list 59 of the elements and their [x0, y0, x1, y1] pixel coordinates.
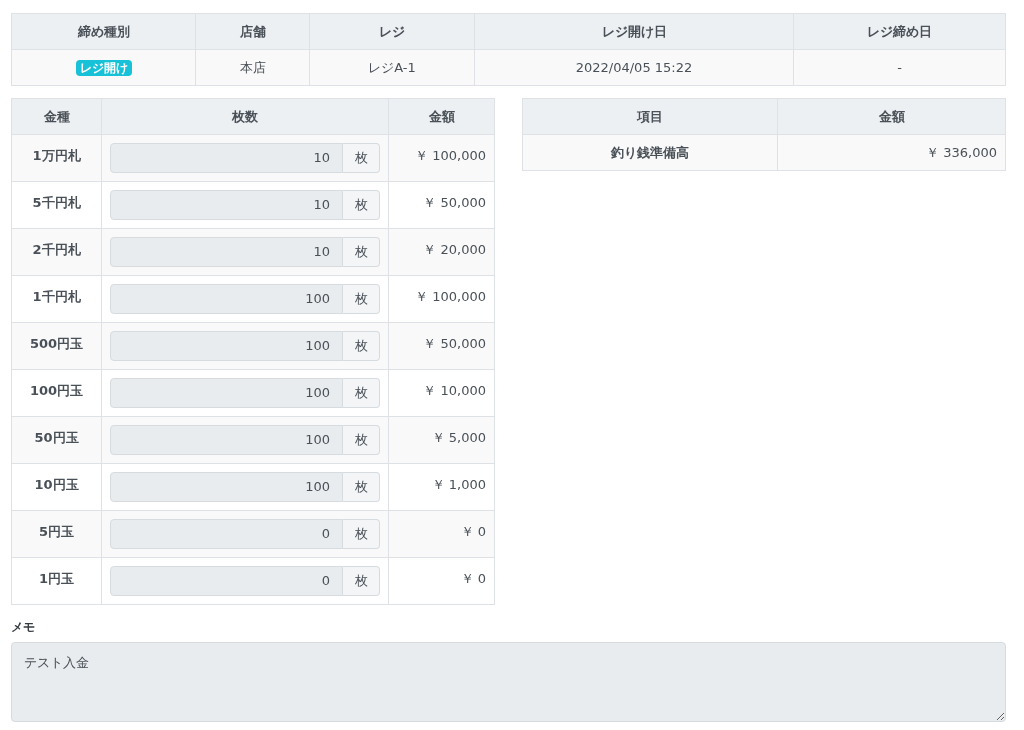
count-field[interactable]: 100	[110, 284, 343, 314]
status-badge: レジ開け	[75, 59, 132, 76]
column-header: 枚数	[101, 98, 389, 135]
unit-label: 枚	[343, 284, 380, 314]
table-cell: 100円玉	[11, 369, 102, 417]
unit-label: 枚	[343, 566, 380, 596]
table-cell: レジA-1	[309, 49, 475, 86]
table-cell: 10円玉	[11, 463, 102, 511]
count-field[interactable]: 100	[110, 472, 343, 502]
table-cell: 2022/04/05 15:22	[474, 49, 794, 86]
table-cell: -	[793, 49, 1006, 86]
table-cell: ￥ 336,000	[777, 134, 1006, 171]
unit-label: 枚	[343, 519, 380, 549]
count-field[interactable]: 0	[110, 566, 343, 596]
count-field[interactable]: 100	[110, 378, 343, 408]
column-header: 締め種別	[11, 13, 196, 50]
table-cell: 5千円札	[11, 181, 102, 229]
table-cell: 2千円札	[11, 228, 102, 276]
table-cell: 50円玉	[11, 416, 102, 464]
table-cell: 本店	[195, 49, 310, 86]
count-field[interactable]: 10	[110, 143, 343, 173]
table-cell: 5円玉	[11, 510, 102, 558]
unit-label: 枚	[343, 378, 380, 408]
count-field[interactable]: 10	[110, 237, 343, 267]
memo-field[interactable]: テスト入金	[11, 642, 1006, 722]
column-header: 金種	[11, 98, 102, 135]
column-header: 金額	[388, 98, 495, 135]
table-cell: ￥ 5,000	[388, 416, 495, 464]
column-header: 項目	[522, 98, 778, 135]
column-header: レジ締め日	[793, 13, 1006, 50]
column-header: 金額	[777, 98, 1006, 135]
table-cell: ￥ 1,000	[388, 463, 495, 511]
unit-label: 枚	[343, 425, 380, 455]
table-cell: ￥ 10,000	[388, 369, 495, 417]
count-field[interactable]: 100	[110, 331, 343, 361]
table-cell: ￥ 100,000	[388, 275, 495, 323]
table-cell: ￥ 50,000	[388, 322, 495, 370]
column-header: レジ開け日	[474, 13, 794, 50]
table-cell: 釣り銭準備高	[522, 134, 778, 171]
table-cell: ￥ 50,000	[388, 181, 495, 229]
table-cell: 1千円札	[11, 275, 102, 323]
table-cell: 1円玉	[11, 557, 102, 605]
count-field[interactable]: 100	[110, 425, 343, 455]
count-field[interactable]: 10	[110, 190, 343, 220]
table-cell: 1万円札	[11, 134, 102, 182]
column-header: 店舗	[195, 13, 310, 50]
table-cell: 500円玉	[11, 322, 102, 370]
unit-label: 枚	[343, 143, 380, 173]
memo-label: メモ	[11, 619, 36, 636]
table-cell: ￥ 100,000	[388, 134, 495, 182]
column-header: レジ	[309, 13, 475, 50]
unit-label: 枚	[343, 190, 380, 220]
table-cell: ￥ 0	[388, 557, 495, 605]
unit-label: 枚	[343, 472, 380, 502]
unit-label: 枚	[343, 237, 380, 267]
table-cell: ￥ 20,000	[388, 228, 495, 276]
table-cell: ￥ 0	[388, 510, 495, 558]
unit-label: 枚	[343, 331, 380, 361]
count-field[interactable]: 0	[110, 519, 343, 549]
